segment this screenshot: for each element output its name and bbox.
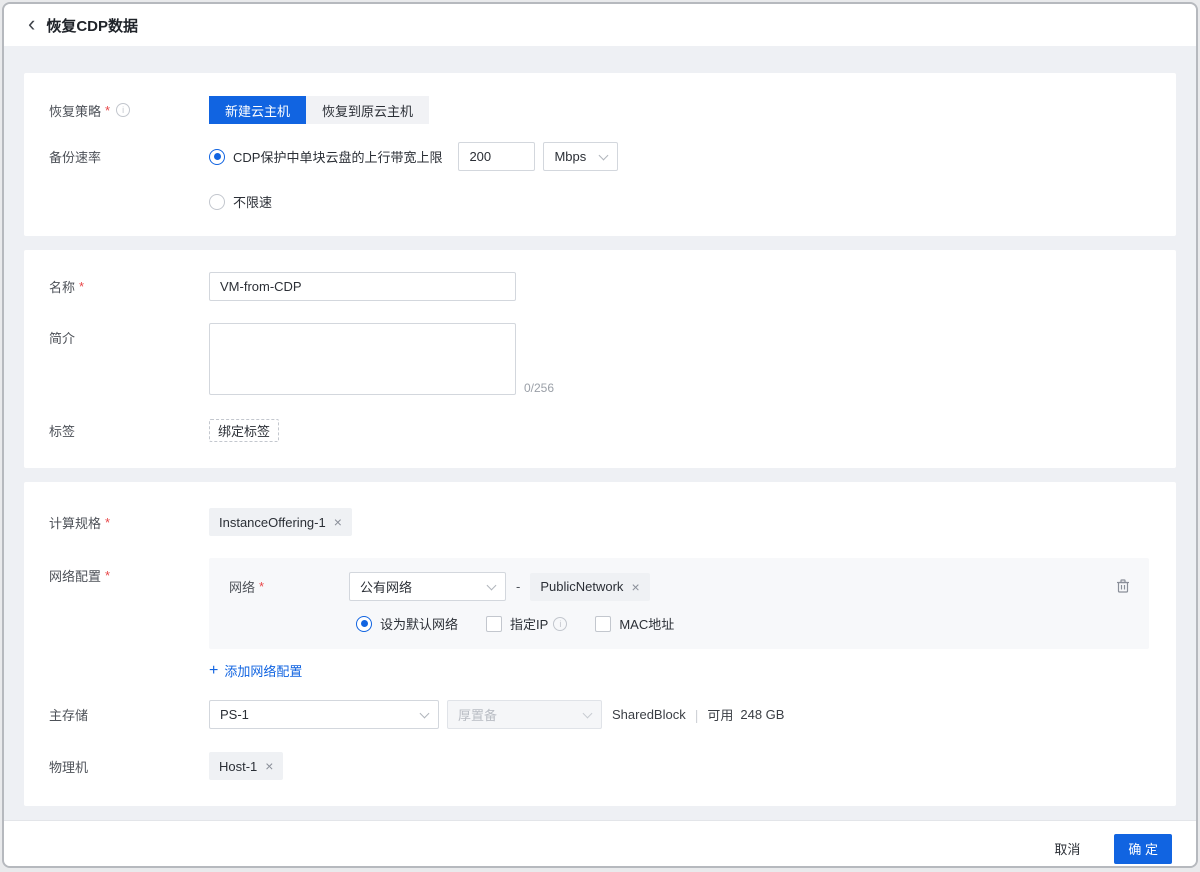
description-row: 简介 0/256 bbox=[49, 323, 1151, 395]
rate-value-input[interactable] bbox=[458, 142, 535, 171]
tag-label: 标签 bbox=[49, 421, 209, 440]
confirm-button[interactable]: 确 定 bbox=[1114, 834, 1172, 864]
provisioning-value: 厚置备 bbox=[458, 705, 497, 724]
network-type-value: 公有网络 bbox=[360, 577, 412, 596]
name-label: 名称 * bbox=[49, 277, 209, 296]
divider: | bbox=[695, 707, 699, 723]
unlimited-rate-label: 不限速 bbox=[233, 192, 272, 211]
chevron-down-icon bbox=[420, 708, 430, 718]
host-chip: Host-1 × bbox=[209, 752, 283, 780]
default-network-radio[interactable] bbox=[356, 616, 372, 632]
char-counter: 0/256 bbox=[524, 381, 554, 395]
instance-offering-chip: InstanceOffering-1 × bbox=[209, 508, 352, 536]
strategy-card: 恢复策略 * i 新建云主机 恢复到原云主机 备份速率 CDP保护中单块云盘的上… bbox=[24, 73, 1176, 236]
resource-card: 计算规格 * InstanceOffering-1 × 网络配置 * bbox=[24, 482, 1176, 806]
compute-offering-row: 计算规格 * InstanceOffering-1 × bbox=[49, 508, 1151, 536]
back-icon[interactable]: ‹ bbox=[28, 15, 35, 33]
network-config-label: 网络配置 * bbox=[49, 558, 209, 585]
name-input[interactable] bbox=[209, 272, 516, 301]
strategy-row: 恢复策略 * i 新建云主机 恢复到原云主机 bbox=[49, 96, 1151, 124]
name-row: 名称 * bbox=[49, 272, 1151, 301]
strategy-toggle-group: 新建云主机 恢复到原云主机 bbox=[209, 96, 429, 124]
provisioning-select: 厚置备 bbox=[447, 700, 602, 729]
backup-rate-row: 备份速率 CDP保护中单块云盘的上行带宽上限 Mbps bbox=[49, 142, 1151, 171]
primary-storage-label: 主存储 bbox=[49, 705, 209, 724]
chevron-down-icon bbox=[583, 708, 593, 718]
unlimited-rate-radio[interactable] bbox=[209, 194, 225, 210]
strategy-option-new-vm[interactable]: 新建云主机 bbox=[209, 96, 306, 124]
host-row: 物理机 Host-1 × bbox=[49, 752, 1151, 780]
chevron-down-icon bbox=[487, 580, 497, 590]
required-mark: * bbox=[259, 579, 264, 594]
add-network-config-link[interactable]: + 添加网络配置 bbox=[209, 661, 302, 680]
network-panel: 网络 * 公有网络 - PublicNetwork × bbox=[209, 558, 1149, 649]
remove-network-icon[interactable]: × bbox=[631, 580, 639, 594]
header: ‹ 恢复CDP数据 bbox=[4, 4, 1196, 46]
storage-meta: SharedBlock | 可用 248 GB bbox=[612, 705, 784, 724]
mac-checkbox[interactable] bbox=[595, 616, 611, 632]
description-textarea[interactable] bbox=[209, 323, 516, 395]
compute-offering-label: 计算规格 * bbox=[49, 513, 209, 532]
available-label: 可用 bbox=[707, 705, 733, 724]
remove-host-icon[interactable]: × bbox=[265, 759, 273, 773]
main-content: 恢复策略 * i 新建云主机 恢复到原云主机 备份速率 CDP保护中单块云盘的上… bbox=[4, 46, 1196, 820]
strategy-option-original-vm[interactable]: 恢复到原云主机 bbox=[306, 96, 429, 124]
add-network-config-label: 添加网络配置 bbox=[224, 661, 302, 680]
required-mark: * bbox=[105, 568, 110, 583]
network-options-row: 设为默认网络 指定IP i MAC地址 bbox=[356, 614, 1129, 633]
bind-tag-button[interactable]: 绑定标签 bbox=[209, 419, 279, 442]
limit-rate-option-label: CDP保护中单块云盘的上行带宽上限 bbox=[233, 147, 442, 166]
required-mark: * bbox=[105, 103, 110, 118]
strategy-label: 恢复策略 * i bbox=[49, 101, 209, 120]
info-icon[interactable]: i bbox=[116, 103, 130, 117]
specify-ip-label: 指定IP bbox=[510, 614, 548, 633]
network-chip: PublicNetwork × bbox=[530, 573, 649, 601]
plus-icon: + bbox=[209, 664, 218, 678]
info-icon[interactable]: i bbox=[553, 617, 567, 631]
tag-row: 标签 绑定标签 bbox=[49, 419, 1151, 442]
unlimited-rate-row: 不限速 bbox=[209, 192, 1151, 211]
chevron-down-icon bbox=[599, 150, 609, 160]
primary-storage-select[interactable]: PS-1 bbox=[209, 700, 439, 729]
mac-option: MAC地址 bbox=[595, 614, 674, 633]
default-network-option: 设为默认网络 bbox=[356, 614, 458, 633]
page-title: 恢复CDP数据 bbox=[46, 15, 138, 36]
mac-label: MAC地址 bbox=[619, 614, 674, 633]
description-label: 简介 bbox=[49, 323, 209, 347]
storage-type: SharedBlock bbox=[612, 707, 686, 722]
host-label: 物理机 bbox=[49, 757, 209, 776]
specify-ip-checkbox[interactable] bbox=[486, 616, 502, 632]
footer: 取消 确 定 bbox=[4, 820, 1196, 868]
cancel-button[interactable]: 取消 bbox=[1048, 838, 1086, 859]
required-mark: * bbox=[105, 515, 110, 530]
network-select-row: 网络 * 公有网络 - PublicNetwork × bbox=[229, 572, 1129, 601]
dash-separator: - bbox=[516, 579, 520, 594]
available-value: 248 GB bbox=[740, 707, 784, 722]
network-type-select[interactable]: 公有网络 bbox=[349, 572, 506, 601]
rate-unit-value: Mbps bbox=[554, 149, 586, 164]
backup-rate-label: 备份速率 bbox=[49, 147, 209, 166]
network-label: 网络 * bbox=[229, 577, 349, 596]
restore-cdp-dialog: ‹ 恢复CDP数据 恢复策略 * i 新建云主机 恢复到原云主机 备份速率 bbox=[2, 2, 1198, 868]
limit-rate-radio[interactable] bbox=[209, 149, 225, 165]
network-config-area: 网络 * 公有网络 - PublicNetwork × bbox=[209, 558, 1149, 680]
primary-storage-row: 主存储 PS-1 厚置备 SharedBlock | 可用 248 GB bbox=[49, 700, 1151, 729]
primary-storage-value: PS-1 bbox=[220, 707, 249, 722]
remove-offering-icon[interactable]: × bbox=[334, 515, 342, 529]
required-mark: * bbox=[79, 279, 84, 294]
specify-ip-option: 指定IP i bbox=[486, 614, 567, 633]
network-config-row: 网络配置 * 网络 * 公有网络 bbox=[49, 558, 1151, 680]
rate-unit-select[interactable]: Mbps bbox=[543, 142, 618, 171]
basic-info-card: 名称 * 简介 0/256 标签 绑定标签 bbox=[24, 250, 1176, 468]
default-network-label: 设为默认网络 bbox=[380, 614, 458, 633]
trash-icon[interactable] bbox=[1115, 578, 1131, 594]
